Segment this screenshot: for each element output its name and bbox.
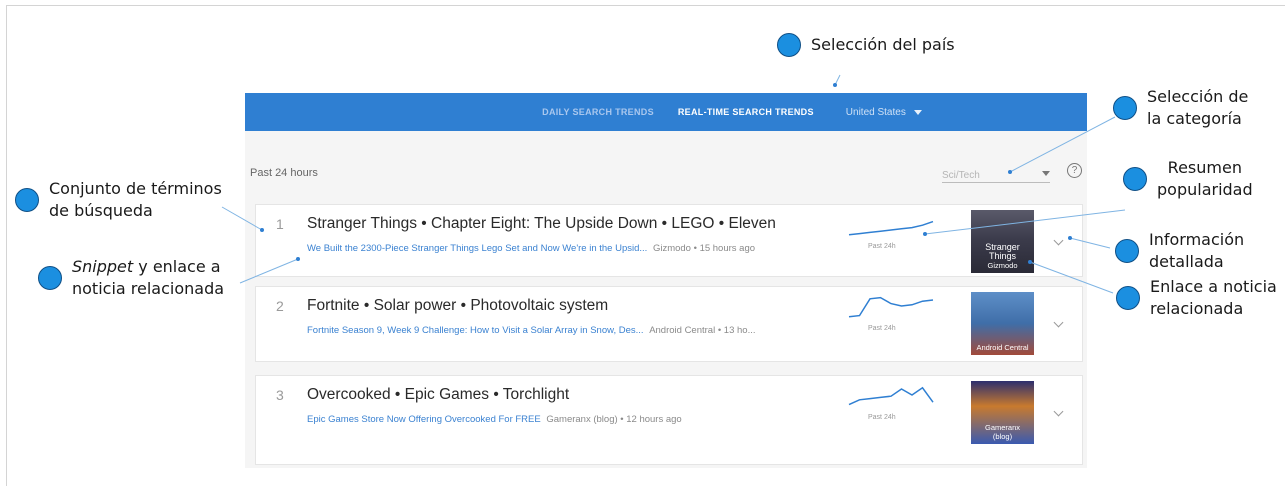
callout-label: Información detallada — [1149, 229, 1244, 273]
callout-label-line: popularidad — [1157, 180, 1253, 199]
news-source: Android Central • 13 ho... — [649, 325, 756, 336]
thumbnail-caption-title: Android Central — [976, 343, 1029, 352]
callout-label-line: detallada — [1149, 252, 1224, 271]
callout-dot — [1113, 96, 1137, 120]
category-value: Sci/Tech — [942, 170, 980, 181]
callout-category: Selección de la categoría — [1113, 86, 1248, 130]
thumbnail-caption-source: Gizmodo — [987, 261, 1018, 270]
sparkline-period-label: Past 24h — [868, 243, 896, 250]
help-icon[interactable]: ? — [1067, 163, 1082, 178]
callout-search-terms: Conjunto de términos de búsqueda — [15, 178, 222, 222]
callout-label: Selección de la categoría — [1147, 86, 1248, 130]
trend-search-terms[interactable]: Fortnite • Solar power • Photovoltaic sy… — [307, 297, 608, 315]
callout-label: Snippet y enlace a noticia relacionada — [72, 256, 224, 300]
expand-chevron-icon[interactable] — [1053, 235, 1064, 246]
callout-snippet: Snippet y enlace a noticia relacionada — [38, 256, 224, 300]
trend-search-terms[interactable]: Overcooked • Epic Games • Torchlight — [307, 386, 569, 404]
callout-dot — [1116, 286, 1140, 310]
callout-country: Selección del país — [777, 33, 955, 57]
country-selector[interactable]: United States — [846, 107, 922, 118]
callout-label-line: la categoría — [1147, 109, 1242, 128]
callout-label: Enlace a noticia relacionada — [1150, 276, 1277, 320]
news-thumbnail[interactable]: Android Central — [971, 292, 1034, 355]
sparkline-period-label: Past 24h — [868, 414, 896, 421]
callout-dot — [38, 266, 62, 290]
callout-dot — [1123, 167, 1147, 191]
news-snippet-link[interactable]: Fortnite Season 9, Week 9 Challenge: How… — [307, 325, 644, 336]
trend-snippet: Epic Games Store Now Offering Overcooked… — [307, 414, 682, 425]
trend-snippet: We Built the 2300-Piece Stranger Things … — [307, 243, 755, 254]
trend-rank: 1 — [276, 216, 284, 232]
news-thumbnail[interactable]: Gameranx (blog) — [971, 381, 1034, 444]
news-source: Gizmodo • 15 hours ago — [652, 243, 756, 254]
news-snippet-link[interactable]: Epic Games Store Now Offering Overcooked… — [307, 414, 541, 425]
callout-label-italic: Snippet — [72, 257, 134, 276]
callout-label: Conjunto de términos de búsqueda — [49, 178, 222, 222]
trends-panel: DAILY SEARCH TRENDS REAL-TIME SEARCH TRE… — [245, 93, 1087, 468]
thumbnail-caption-title: Gameranx — [984, 423, 1020, 432]
callout-popularity: Resumen popularidad — [1123, 157, 1253, 201]
callout-dot — [15, 188, 39, 212]
callout-label: Selección del país — [811, 35, 955, 54]
callout-dot — [777, 33, 801, 57]
trend-card[interactable]: 3 Overcooked • Epic Games • Torchlight E… — [255, 375, 1083, 465]
tab-realtime-search-trends[interactable]: REAL-TIME SEARCH TRENDS — [678, 107, 814, 117]
callout-dot — [1115, 239, 1139, 263]
sparkline-line — [848, 296, 934, 318]
chevron-down-icon — [1042, 171, 1050, 176]
callout-news-link: Enlace a noticia relacionada — [1116, 276, 1277, 320]
top-navigation-bar: DAILY SEARCH TRENDS REAL-TIME SEARCH TRE… — [245, 93, 1087, 131]
callout-label-line: Conjunto de términos — [49, 179, 222, 198]
callout-label-line: Selección de — [1147, 87, 1249, 106]
callout-label-line: Enlace a noticia — [1150, 277, 1277, 296]
sparkline-line — [848, 220, 934, 236]
time-period-label: Past 24 hours — [250, 167, 318, 179]
news-source: Gameranx (blog) • 12 hours ago — [546, 414, 682, 425]
trend-card[interactable]: 2 Fortnite • Solar power • Photovoltaic … — [255, 286, 1083, 362]
popularity-sparkline — [848, 220, 934, 236]
popularity-sparkline — [848, 296, 934, 318]
thumbnail-caption-title: Stranger Things — [985, 242, 1020, 261]
callout-details: Información detallada — [1115, 229, 1244, 273]
expand-chevron-icon[interactable] — [1053, 406, 1064, 417]
trend-rank: 3 — [276, 387, 284, 403]
news-snippet-link[interactable]: We Built the 2300-Piece Stranger Things … — [307, 243, 647, 254]
thumbnail-caption: Stranger Things Gizmodo — [971, 242, 1034, 271]
trend-snippet: Fortnite Season 9, Week 9 Challenge: How… — [307, 325, 756, 336]
sparkline-period-label: Past 24h — [868, 325, 896, 332]
callout-label-line: y enlace a — [133, 257, 221, 276]
filter-row: Past 24 hours Sci/Tech ? — [245, 163, 1087, 185]
trend-search-terms[interactable]: Stranger Things • Chapter Eight: The Ups… — [307, 215, 776, 233]
trend-rank: 2 — [276, 298, 284, 314]
callout-label-line: noticia relacionada — [72, 279, 225, 298]
category-select[interactable]: Sci/Tech — [942, 165, 1050, 183]
popularity-sparkline — [848, 386, 934, 406]
sparkline-line — [848, 386, 934, 406]
callout-label-line: de búsqueda — [49, 201, 153, 220]
callout-label-line: relacionada — [1150, 299, 1244, 318]
callout-label: Resumen popularidad — [1157, 157, 1253, 201]
thumbnail-caption: Android Central — [971, 343, 1034, 352]
chevron-down-icon — [913, 109, 922, 115]
news-thumbnail[interactable]: Stranger Things Gizmodo — [971, 210, 1034, 273]
trend-card[interactable]: 1 Stranger Things • Chapter Eight: The U… — [255, 204, 1083, 277]
callout-label-line: Información — [1149, 230, 1245, 249]
country-label: United States — [845, 106, 906, 118]
thumbnail-caption: Gameranx (blog) — [971, 423, 1034, 441]
tab-daily-search-trends[interactable]: DAILY SEARCH TRENDS — [542, 107, 654, 117]
expand-chevron-icon[interactable] — [1053, 317, 1064, 328]
callout-label-line: Resumen — [1167, 158, 1242, 177]
thumbnail-caption-source: (blog) — [992, 432, 1013, 441]
